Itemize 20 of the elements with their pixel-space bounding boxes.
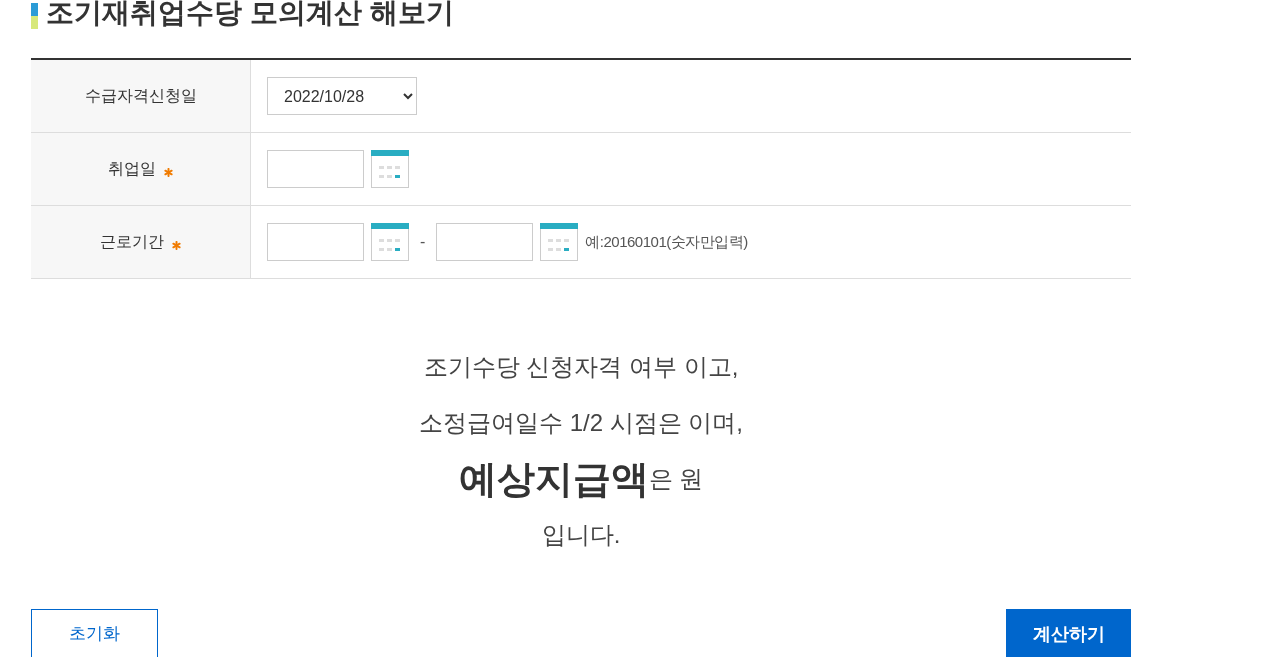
calculate-button[interactable]: 계산하기 bbox=[1006, 609, 1131, 657]
date-select[interactable]: 2022/10/28 bbox=[267, 77, 417, 115]
range-separator: - bbox=[420, 232, 426, 252]
result-text: 예상지급액은 원 bbox=[458, 456, 704, 502]
date-input[interactable] bbox=[436, 223, 534, 261]
field-label: 근로기간 bbox=[100, 232, 164, 252]
result-text: 조기수당 신청자격 여부 이고, bbox=[423, 352, 739, 382]
result-text: 입니다. bbox=[541, 520, 621, 550]
page-title: 조기재취업수당 모의계산 해보기 bbox=[46, 0, 454, 27]
calendar-icon[interactable] bbox=[371, 223, 409, 261]
date-input[interactable] bbox=[267, 150, 364, 188]
calendar-icon[interactable] bbox=[371, 150, 409, 188]
calendar-icon[interactable] bbox=[540, 223, 579, 261]
field-label: 취업일 bbox=[108, 159, 156, 179]
title-marker bbox=[31, 3, 38, 29]
date-input[interactable] bbox=[267, 223, 364, 261]
field-label: 수급자격신청일 bbox=[84, 86, 197, 106]
reset-button[interactable]: 초기화 bbox=[31, 609, 158, 657]
format-hint: 예:20160101(숫자만입력) bbox=[585, 231, 748, 252]
result-text: 소정급여일수 1/2 시점은 이며, bbox=[418, 408, 743, 438]
